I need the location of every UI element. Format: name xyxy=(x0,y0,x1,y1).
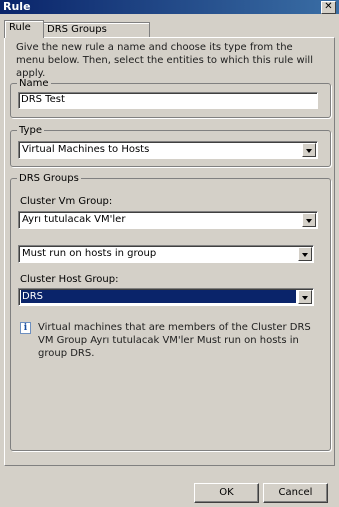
rule-name-input[interactable]: DRS Test xyxy=(18,92,318,109)
cluster-host-group-select[interactable]: DRS xyxy=(18,288,314,306)
drs-groups-legend: DRS Groups xyxy=(19,173,79,184)
intro-text: Give the new rule a name and choose its … xyxy=(16,42,313,79)
chevron-down-icon[interactable] xyxy=(302,143,316,157)
chevron-down-icon[interactable] xyxy=(298,290,312,304)
tab-rule[interactable]: Rule xyxy=(4,20,44,38)
cancel-button[interactable]: Cancel xyxy=(263,483,328,503)
ok-button[interactable]: OK xyxy=(194,483,259,503)
chevron-down-icon[interactable] xyxy=(298,247,312,261)
rule-type-select[interactable]: Virtual Machines to Hosts xyxy=(18,141,318,159)
cluster-host-group-label: Cluster Host Group: xyxy=(20,274,119,285)
close-button[interactable]: ✕ xyxy=(321,1,336,14)
cluster-vm-group-select[interactable]: Ayrı tutulacak VM'ler xyxy=(18,211,318,229)
name-legend: Name xyxy=(19,78,49,89)
cluster-vm-group-value: Ayrı tutulacak VM'ler xyxy=(22,214,126,225)
tab-drs-groups-manager[interactable]: DRS Groups Manager xyxy=(42,22,150,49)
cluster-vm-group-label: Cluster Vm Group: xyxy=(20,196,113,207)
type-legend: Type xyxy=(19,125,42,136)
tab-rule-label: Rule xyxy=(9,22,31,33)
title-bar: Rule ✕ xyxy=(0,0,339,14)
rule-condition-value: Must run on hosts in group xyxy=(22,248,157,259)
chevron-down-icon[interactable] xyxy=(302,213,316,227)
rule-summary-text: Virtual machines that are members of the… xyxy=(38,322,311,359)
cluster-host-group-value: DRS xyxy=(21,290,296,303)
rule-condition-select[interactable]: Must run on hosts in group xyxy=(18,245,314,263)
rule-type-value: Virtual Machines to Hosts xyxy=(22,144,150,155)
window-title: Rule xyxy=(3,0,31,13)
info-icon: i xyxy=(20,322,31,334)
